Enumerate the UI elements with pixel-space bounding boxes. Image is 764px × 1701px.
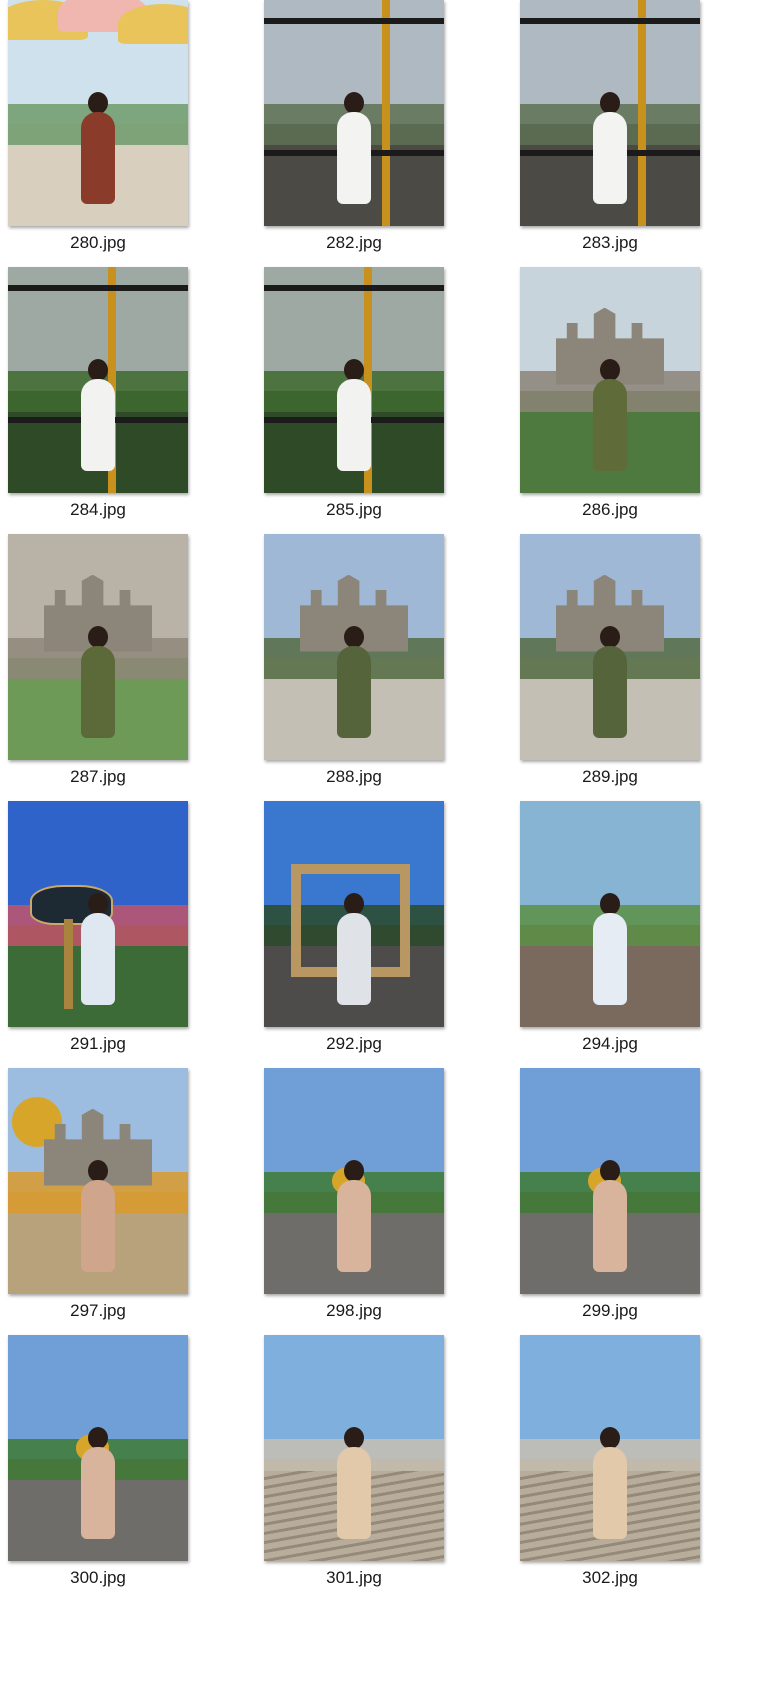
file-item[interactable]: 280.jpg <box>0 0 196 290</box>
file-name-label: 285.jpg <box>326 500 382 519</box>
person-body-shape <box>337 1180 371 1272</box>
person-head-shape <box>344 1160 364 1182</box>
person-body-shape <box>593 112 627 204</box>
photo-thumbnail[interactable] <box>264 0 444 226</box>
person-head-shape <box>600 92 620 114</box>
person-body-shape <box>337 379 371 471</box>
file-name-label: 287.jpg <box>70 767 126 786</box>
photo-thumbnail[interactable] <box>264 1335 444 1561</box>
person-head-shape <box>344 359 364 381</box>
person-head-shape <box>600 1160 620 1182</box>
file-item[interactable]: 284.jpg <box>0 267 196 557</box>
file-item[interactable]: 291.jpg <box>0 801 196 1091</box>
file-item[interactable]: 299.jpg <box>512 1068 708 1358</box>
person-body-shape <box>81 913 115 1005</box>
file-name-label: 297.jpg <box>70 1301 126 1320</box>
person-head-shape <box>344 1427 364 1449</box>
person-body-shape <box>593 646 627 738</box>
file-name-label: 289.jpg <box>582 767 638 786</box>
person-body-shape <box>81 1180 115 1272</box>
file-item[interactable]: 286.jpg <box>512 267 708 557</box>
person-head-shape <box>600 1427 620 1449</box>
sign-pole-shape <box>63 918 73 1009</box>
file-item[interactable]: 298.jpg <box>256 1068 452 1358</box>
photo-thumbnail[interactable] <box>520 534 700 760</box>
file-name-label: 299.jpg <box>582 1301 638 1320</box>
cabin-frame-shape <box>638 0 646 226</box>
person-head-shape <box>88 92 108 114</box>
photo-thumbnail[interactable] <box>8 1335 188 1561</box>
file-name-label: 282.jpg <box>326 233 382 252</box>
file-item[interactable]: 288.jpg <box>256 534 452 824</box>
file-name-label: 301.jpg <box>326 1568 382 1587</box>
person-body-shape <box>81 379 115 471</box>
file-name-label: 292.jpg <box>326 1034 382 1053</box>
person-head-shape <box>600 359 620 381</box>
photo-thumbnail[interactable] <box>8 267 188 493</box>
photo-thumbnail[interactable] <box>520 1335 700 1561</box>
photo-thumbnail[interactable] <box>520 0 700 226</box>
person-body-shape <box>337 646 371 738</box>
person-body-shape <box>81 112 115 204</box>
photo-thumbnail[interactable] <box>8 534 188 760</box>
person-body-shape <box>593 913 627 1005</box>
file-item[interactable]: 282.jpg <box>256 0 452 290</box>
file-name-label: 283.jpg <box>582 233 638 252</box>
photo-thumbnail[interactable] <box>520 801 700 1027</box>
person-head-shape <box>600 893 620 915</box>
person-body-shape <box>337 913 371 1005</box>
person-head-shape <box>88 626 108 648</box>
file-item[interactable]: 294.jpg <box>512 801 708 1091</box>
photo-thumbnail[interactable] <box>264 267 444 493</box>
file-item[interactable]: 302.jpg <box>512 1335 708 1625</box>
person-body-shape <box>593 379 627 471</box>
cabin-bar-shape <box>264 18 444 24</box>
photo-thumbnail[interactable] <box>264 1068 444 1294</box>
photo-thumbnail[interactable] <box>8 1068 188 1294</box>
photo-thumbnail[interactable] <box>520 1068 700 1294</box>
person-head-shape <box>600 626 620 648</box>
person-head-shape <box>344 893 364 915</box>
file-name-label: 286.jpg <box>582 500 638 519</box>
file-name-label: 291.jpg <box>70 1034 126 1053</box>
file-name-label: 280.jpg <box>70 233 126 252</box>
person-head-shape <box>88 1160 108 1182</box>
file-item[interactable]: 297.jpg <box>0 1068 196 1358</box>
photo-thumbnail[interactable] <box>8 0 188 226</box>
file-name-label: 284.jpg <box>70 500 126 519</box>
person-head-shape <box>88 359 108 381</box>
photo-thumbnail[interactable] <box>8 801 188 1027</box>
file-name-label: 302.jpg <box>582 1568 638 1587</box>
parasol-shape <box>118 4 188 44</box>
file-name-label: 288.jpg <box>326 767 382 786</box>
photo-thumbnail[interactable] <box>264 534 444 760</box>
person-head-shape <box>88 1427 108 1449</box>
cabin-bar-shape <box>8 285 188 291</box>
cabin-frame-shape <box>382 0 390 226</box>
cabin-bar-shape <box>264 285 444 291</box>
file-item[interactable]: 285.jpg <box>256 267 452 557</box>
person-head-shape <box>88 893 108 915</box>
person-body-shape <box>337 1447 371 1539</box>
file-item[interactable]: 283.jpg <box>512 0 708 290</box>
photo-thumbnail[interactable] <box>264 801 444 1027</box>
person-body-shape <box>337 112 371 204</box>
file-item[interactable]: 287.jpg <box>0 534 196 824</box>
file-item[interactable]: 301.jpg <box>256 1335 452 1625</box>
person-head-shape <box>344 626 364 648</box>
file-item[interactable]: 289.jpg <box>512 534 708 824</box>
person-head-shape <box>344 92 364 114</box>
file-item[interactable]: 292.jpg <box>256 801 452 1091</box>
person-body-shape <box>81 1447 115 1539</box>
file-thumbnail-grid: 280.jpg 282.jpg 283.jpg 284.jpg 285.jpg 286.j… <box>0 0 764 1701</box>
person-body-shape <box>81 646 115 738</box>
person-body-shape <box>593 1447 627 1539</box>
file-name-label: 300.jpg <box>70 1568 126 1587</box>
photo-thumbnail[interactable] <box>520 267 700 493</box>
file-name-label: 294.jpg <box>582 1034 638 1053</box>
file-item[interactable]: 300.jpg <box>0 1335 196 1625</box>
cabin-bar-shape <box>520 18 700 24</box>
file-name-label: 298.jpg <box>326 1301 382 1320</box>
person-body-shape <box>593 1180 627 1272</box>
